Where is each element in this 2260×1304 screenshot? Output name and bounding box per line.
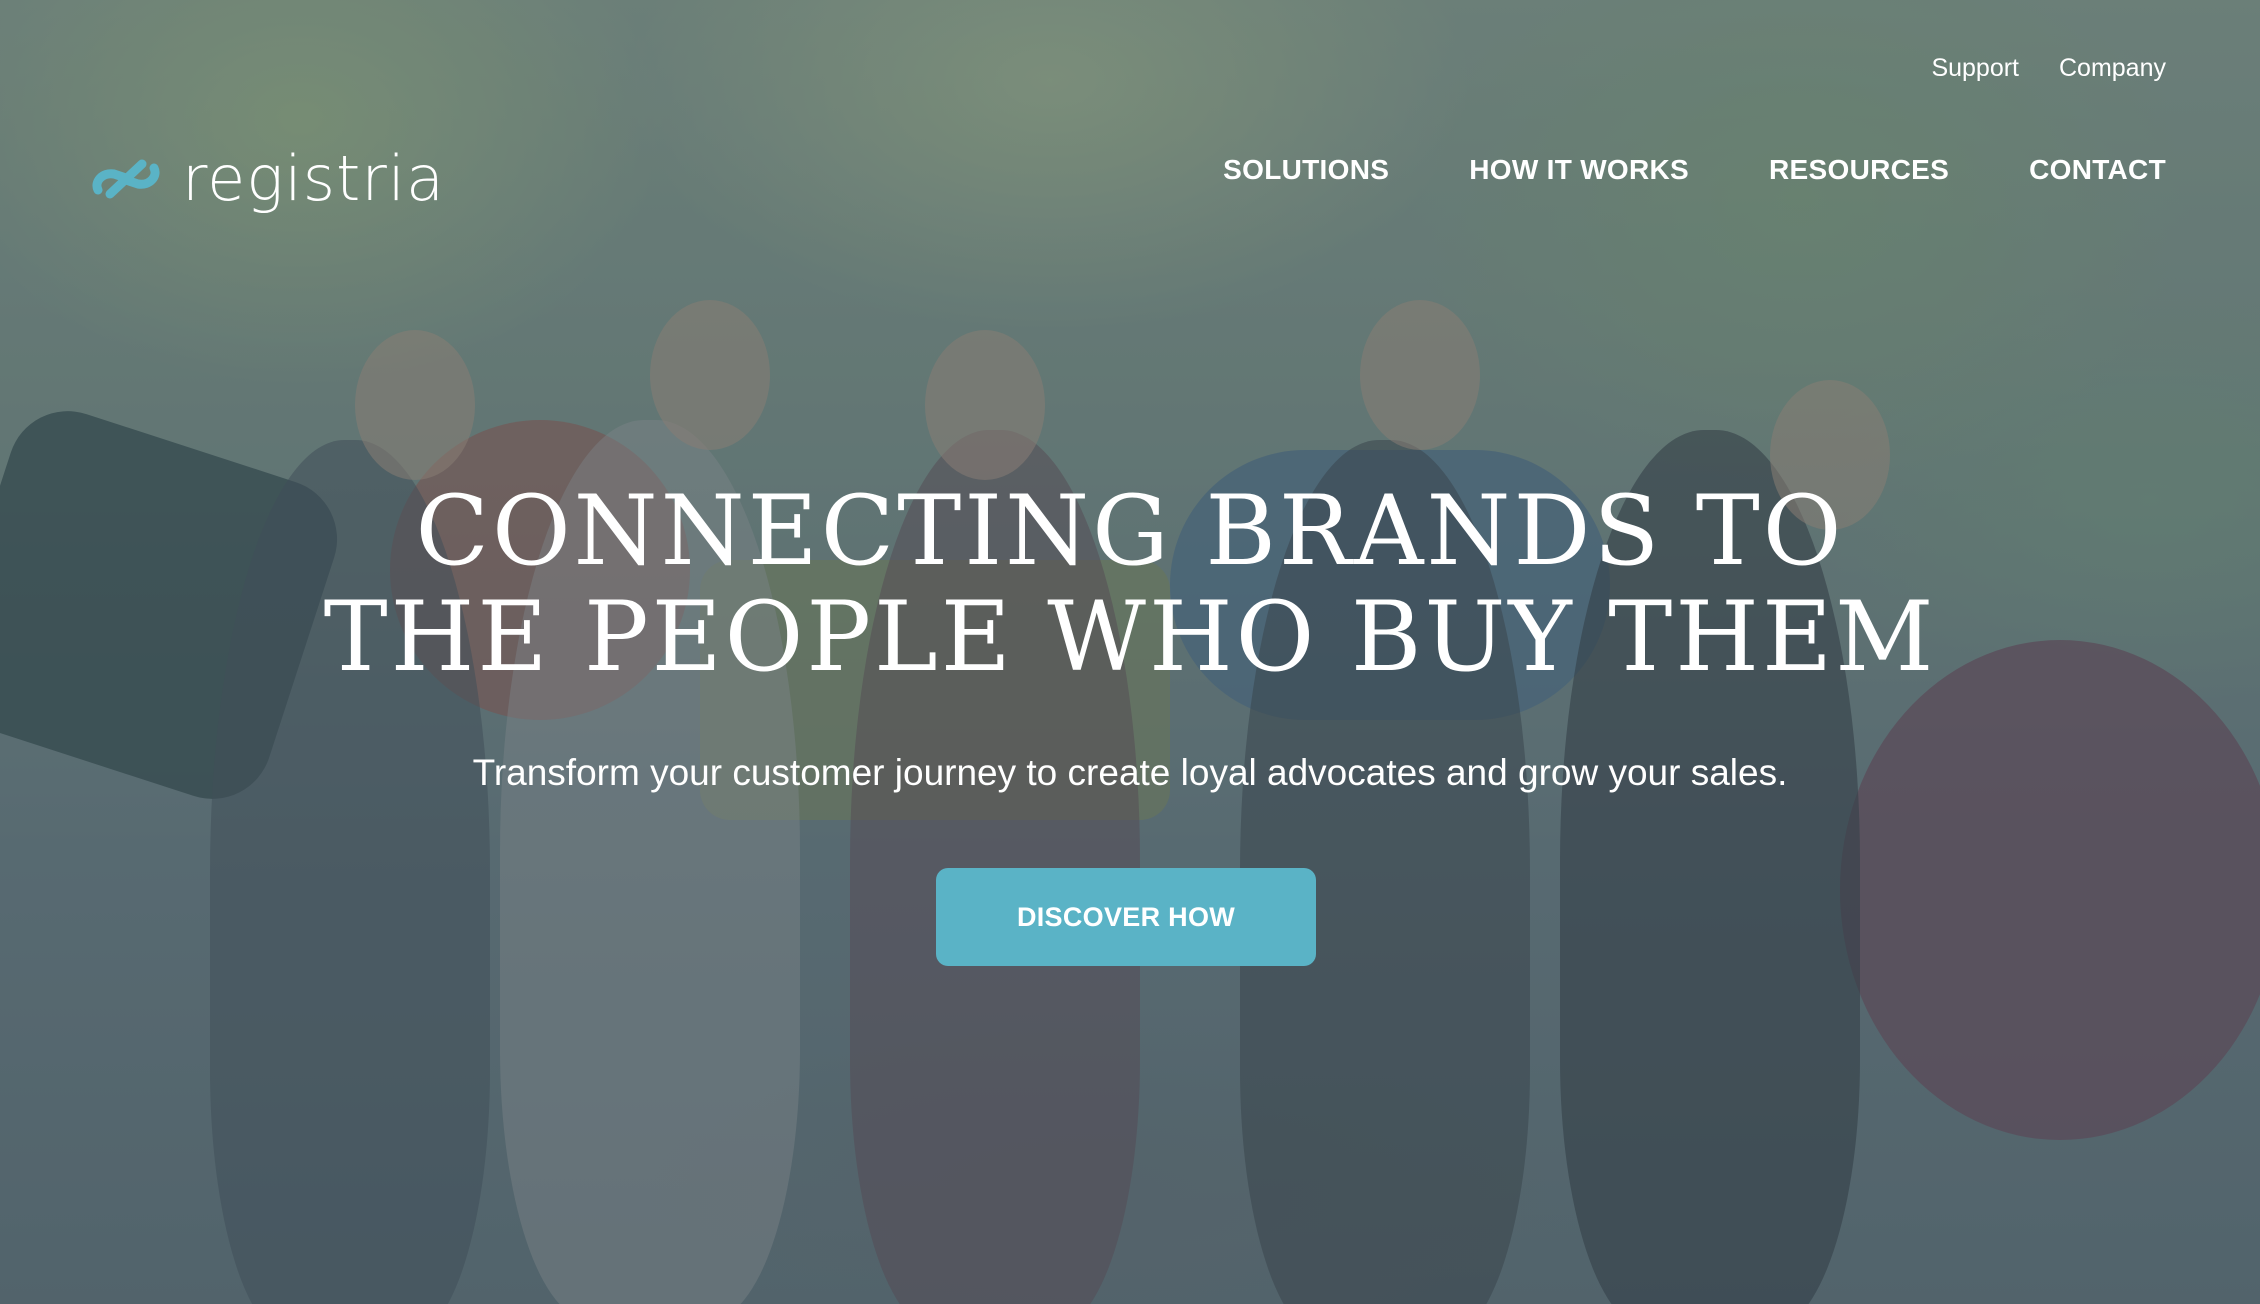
nav-link-resources[interactable]: RESOURCES — [1769, 154, 1949, 186]
hero-headline-line-1: CONNECTING BRANDS TO — [415, 475, 1845, 587]
logo-wordmark: registria — [182, 142, 446, 215]
utility-nav: Support Company — [1931, 54, 2166, 83]
nav-link-solutions[interactable]: SOLUTIONS — [1223, 154, 1389, 186]
hero-headline: CONNECTING BRANDS TO THE PEOPLE WHO BUY … — [0, 478, 2260, 690]
logo-link[interactable]: registria — [92, 148, 445, 210]
discover-how-button[interactable]: DISCOVER HOW — [936, 868, 1316, 966]
main-nav: SOLUTIONS HOW IT WORKS RESOURCES CONTACT — [1223, 154, 2166, 186]
nav-link-support[interactable]: Support — [1931, 54, 2019, 83]
nav-link-how-it-works[interactable]: HOW IT WORKS — [1469, 154, 1689, 186]
hero-headline-line-2: THE PEOPLE WHO BUY THEM — [323, 581, 1937, 693]
nav-link-company[interactable]: Company — [2059, 54, 2166, 83]
link-icon — [92, 159, 160, 199]
hero-subheadline: Transform your customer journey to creat… — [472, 752, 1788, 793]
nav-link-contact[interactable]: CONTACT — [2029, 154, 2166, 186]
